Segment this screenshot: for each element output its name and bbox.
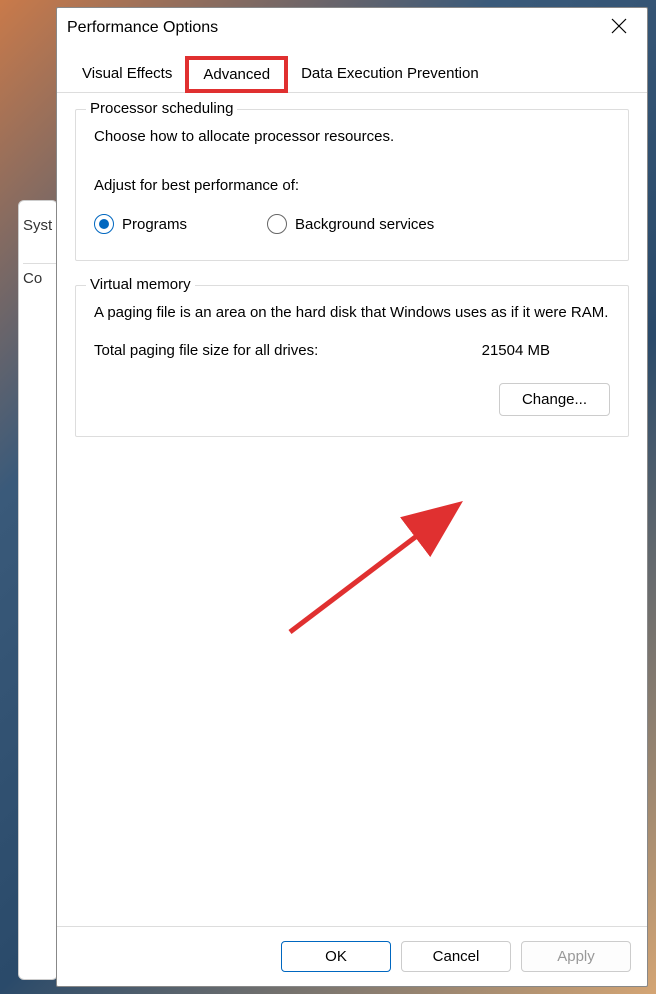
radio-background-circle: [267, 214, 287, 234]
change-button[interactable]: Change...: [499, 383, 610, 416]
tab-content-advanced: Processor scheduling Choose how to alloc…: [57, 92, 647, 926]
radio-dot-icon: [99, 219, 109, 229]
tab-data-execution-prevention[interactable]: Data Execution Prevention: [288, 56, 492, 93]
paging-size-row: Total paging file size for all drives: 2…: [94, 342, 610, 359]
close-icon: [611, 18, 627, 34]
radio-programs-label: Programs: [122, 216, 187, 233]
performance-options-dialog: Performance Options Visual Effects Advan…: [56, 7, 648, 987]
processor-scheduling-title: Processor scheduling: [86, 100, 237, 117]
apply-button[interactable]: Apply: [521, 941, 631, 972]
tab-visual-effects[interactable]: Visual Effects: [69, 56, 185, 93]
radio-background-label: Background services: [295, 216, 434, 233]
bg-label-system: Syst: [23, 217, 52, 234]
titlebar: Performance Options: [57, 8, 647, 48]
processor-scheduling-group: Processor scheduling Choose how to alloc…: [75, 109, 629, 261]
tab-advanced[interactable]: Advanced: [185, 56, 288, 93]
adjust-label: Adjust for best performance of:: [94, 177, 610, 194]
radio-background-services[interactable]: Background services: [267, 214, 434, 234]
radio-programs-circle: [94, 214, 114, 234]
button-bar: OK Cancel Apply: [57, 926, 647, 986]
virtual-memory-title: Virtual memory: [86, 276, 195, 293]
close-button[interactable]: [603, 14, 635, 42]
processor-scheduling-desc: Choose how to allocate processor resourc…: [94, 126, 610, 147]
paging-total-label: Total paging file size for all drives:: [94, 342, 318, 359]
virtual-memory-group: Virtual memory A paging file is an area …: [75, 285, 629, 437]
radio-programs[interactable]: Programs: [94, 214, 187, 234]
cancel-button[interactable]: Cancel: [401, 941, 511, 972]
virtual-memory-desc: A paging file is an area on the hard dis…: [94, 302, 610, 324]
background-window: Syst Co: [18, 200, 58, 980]
ok-button[interactable]: OK: [281, 941, 391, 972]
dialog-title: Performance Options: [67, 19, 218, 37]
tab-bar: Visual Effects Advanced Data Execution P…: [69, 56, 635, 93]
radio-row: Programs Background services: [94, 214, 610, 234]
paging-total-value: 21504 MB: [482, 342, 550, 359]
change-row: Change...: [94, 383, 610, 416]
